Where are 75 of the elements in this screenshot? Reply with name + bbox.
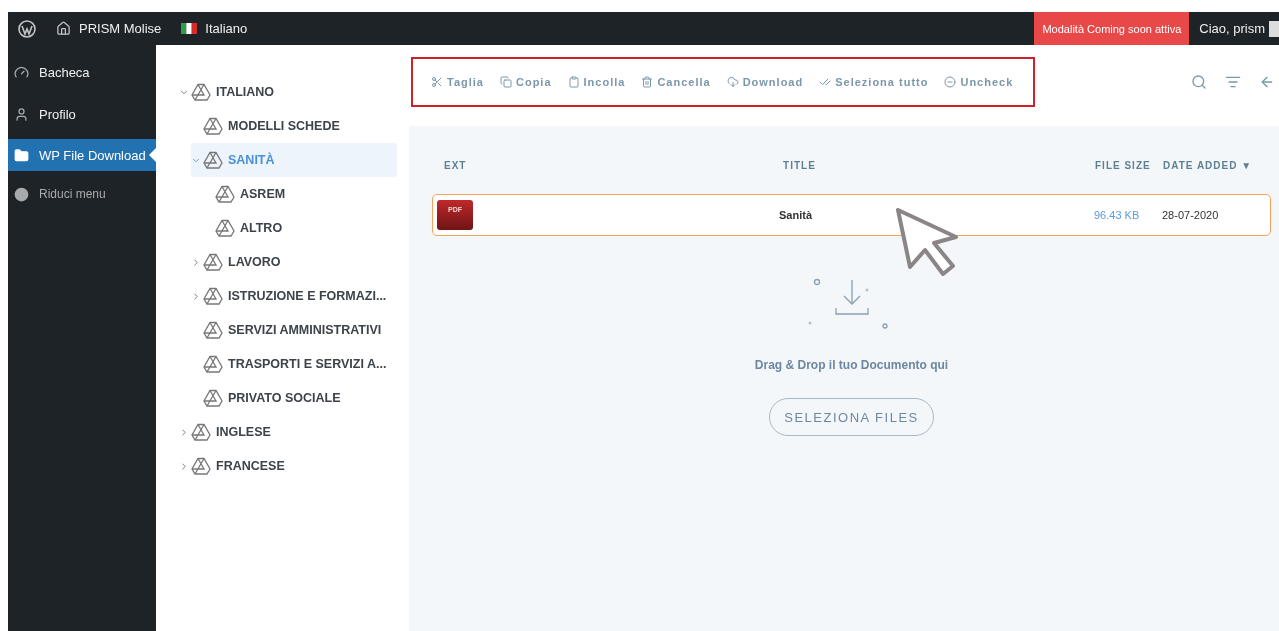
gauge-icon (14, 64, 29, 80)
folder-tree-item[interactable]: ALTRO (203, 211, 289, 245)
sidebar-item[interactable]: Bacheca (8, 55, 156, 89)
folder-tree-item[interactable]: MODELLI SCHEDE (191, 109, 346, 143)
folder-label: TRASPORTI E SERVIZI A... (228, 357, 387, 371)
folder-label: INGLESE (216, 425, 271, 439)
folder-label: ALTRO (240, 221, 283, 235)
folder-label: SERVIZI AMMINISTRATIVI (228, 323, 382, 337)
caret-icon[interactable] (179, 460, 189, 472)
folder-tree-item[interactable]: LAVORO (191, 245, 287, 279)
triangle-icon (191, 83, 211, 101)
sidebar-label: Riduci menu (39, 187, 106, 201)
drop-hint: Drag & Drop il tuo Documento qui (754, 358, 949, 372)
avatar[interactable] (1269, 20, 1279, 37)
folder-label: ITALIANO (216, 85, 275, 99)
home-icon[interactable] (56, 21, 71, 36)
caret-icon[interactable] (179, 426, 189, 438)
folder-tree-item[interactable]: TRASPORTI E SERVIZI A... (191, 347, 393, 381)
folder-label: FRANCESE (216, 459, 285, 473)
triangle-icon (203, 287, 223, 305)
sidebar-label: Profilo (39, 106, 76, 122)
user-icon (14, 106, 29, 122)
triangle-icon (203, 253, 223, 271)
sidebar-label: Bacheca (39, 64, 90, 80)
scissors-icon (431, 75, 443, 88)
folder-label: ASREM (240, 187, 286, 201)
folder-tree-item[interactable]: INGLESE (179, 415, 277, 449)
caret-icon[interactable] (191, 290, 201, 302)
file-size: 96.43 KB (1094, 209, 1141, 221)
folder-tree-item[interactable]: PRIVATO SOCIALE (191, 381, 347, 415)
sidebar-item[interactable]: WP File Download (8, 139, 156, 171)
folder-tree-item[interactable]: ITALIANO (179, 75, 281, 109)
trash-icon (641, 75, 654, 88)
folder-tree-item[interactable]: SERVIZI AMMINISTRATIVI (191, 313, 388, 347)
folder-label: PRIVATO SOCIALE (228, 391, 341, 405)
file-date: 28-07-2020 (1162, 209, 1220, 221)
triangle-icon (215, 185, 235, 203)
folder-label: LAVORO (228, 255, 281, 269)
sidebar-label: WP File Download (39, 147, 146, 163)
triangle-icon (203, 389, 223, 407)
folder-tree-item[interactable]: ASREM (203, 177, 292, 211)
folder-label: SANITÀ (228, 153, 275, 167)
triangle-icon (203, 355, 223, 373)
column-header[interactable]: FILE SIZE (1095, 159, 1163, 171)
triangle-icon (191, 423, 211, 441)
cloud-download-icon (726, 75, 739, 88)
coming-soon-notice[interactable]: Modalità Coming soon attiva (1034, 12, 1190, 45)
triangle-icon (203, 321, 223, 339)
search-icon[interactable] (1191, 73, 1207, 90)
column-header[interactable]: DATE ADDED ▼ (1163, 159, 1263, 171)
cursor-icon (895, 207, 961, 277)
copy-icon (500, 75, 512, 88)
triangle-icon (191, 457, 211, 475)
triangle-icon (215, 219, 235, 237)
triangle-icon (203, 117, 223, 135)
folder-label: MODELLI SCHEDE (228, 119, 340, 133)
sidebar-item[interactable]: Profilo (8, 97, 156, 131)
column-header[interactable]: TITLE (504, 159, 1095, 171)
folder-label: ISTRUZIONE E FORMAZI... (228, 289, 387, 303)
current-menu-pointer (149, 148, 156, 162)
greeting-link[interactable]: Ciao, prism (1189, 21, 1269, 36)
flag-icon (181, 23, 198, 34)
sidebar-item[interactable]: Riduci menu (8, 177, 156, 211)
folder-tree-item[interactable]: ISTRUZIONE E FORMAZI... (191, 279, 393, 313)
minus-circle-icon (944, 75, 957, 88)
column-header[interactable]: EXT (444, 159, 504, 171)
clipboard-icon (567, 75, 580, 88)
triangle-icon (203, 151, 223, 169)
wordpress-logo-icon[interactable] (18, 19, 36, 38)
folder-icon (14, 147, 29, 163)
language-link[interactable]: Italiano (205, 21, 248, 36)
folder-tree-item[interactable]: FRANCESE (179, 449, 291, 483)
caret-icon[interactable] (191, 256, 201, 268)
file-title: Sanità (778, 209, 813, 221)
site-name-link[interactable]: PRISM Molise (79, 21, 162, 36)
